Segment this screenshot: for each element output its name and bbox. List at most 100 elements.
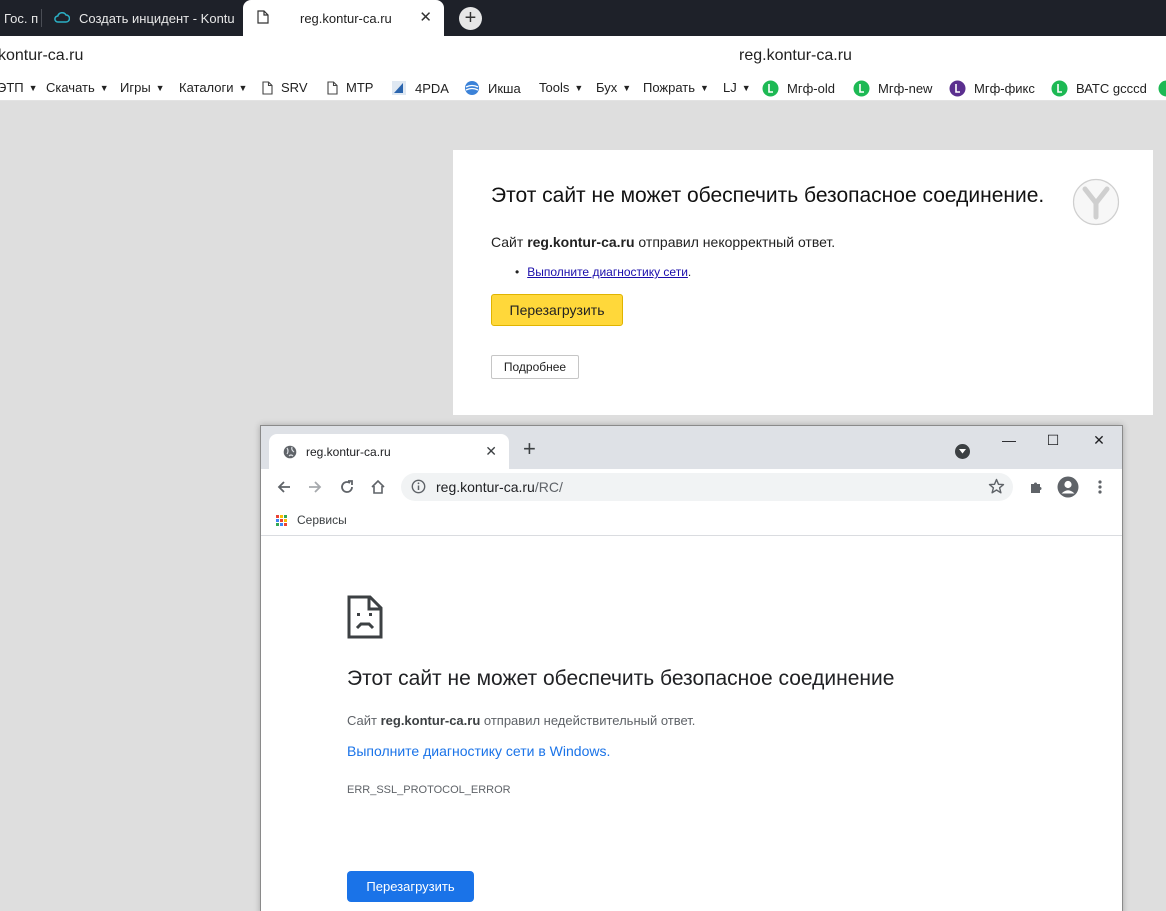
address-text-center: reg.kontur-ca.ru <box>739 47 852 64</box>
error-code: ERR_SSL_PROTOCOL_ERROR <box>347 784 511 796</box>
reload-button[interactable]: Перезагрузить <box>347 871 474 902</box>
bookmark-label: Бух <box>596 80 618 95</box>
tab-label: reg.kontur-ca.ru <box>300 10 392 26</box>
caret-down-icon: ▼ <box>622 82 632 93</box>
menu-kebab-icon[interactable] <box>1089 476 1111 498</box>
bookmark-label: Мгф-new <box>878 81 933 96</box>
minimize-button[interactable]: — <box>999 432 1019 448</box>
bookmark-mgf-fix[interactable]: Мгф-фикс <box>949 80 1035 97</box>
diagnostic-link[interactable]: Выполните диагностику сети в Windows. <box>347 743 610 759</box>
bookmark-label: ЭТП <box>0 80 24 95</box>
page-icon <box>262 80 273 95</box>
address-text-left: kontur-ca.ru <box>0 47 84 64</box>
close-window-button[interactable]: ✕ <box>1089 432 1109 449</box>
error-message: Сайт reg.kontur-ca.ru отправил некоррект… <box>491 234 835 250</box>
bookmark-label: Мгф-old <box>787 81 835 96</box>
caret-down-icon: ▼ <box>238 82 248 93</box>
profile-avatar-icon[interactable] <box>1057 476 1079 498</box>
details-button[interactable]: Подробнее <box>491 355 579 379</box>
bookmark-lj[interactable]: LJ ▼ <box>723 80 751 95</box>
url-path: /RC/ <box>534 479 563 495</box>
tab-separator <box>41 9 42 27</box>
bookmark-eat[interactable]: Пожрать ▼ <box>643 80 709 95</box>
bookmark-label: ВАТС gcccd <box>1076 81 1147 96</box>
globe-icon <box>283 445 297 459</box>
bookmark-iksha[interactable]: Икша <box>464 80 521 96</box>
reload-button[interactable]: Перезагрузить <box>491 294 623 326</box>
info-icon[interactable] <box>411 479 426 499</box>
chrome-window: reg.kontur-ca.ru ✕ + — ☐ ✕ reg.kontur-ca… <box>260 425 1123 911</box>
yandex-bookmarks-bar: ЭТП ▼ Скачать ▼ Игры ▼ Каталоги ▼ SRV MTP 4P… <box>0 76 1166 101</box>
omnibox-url: reg.kontur-ca.ru/RC/ <box>436 479 563 495</box>
bookmark-4pda[interactable]: 4PDA <box>391 80 449 96</box>
error-title: Этот сайт не может обеспечить безопасное… <box>347 667 895 690</box>
bullet-dot: • <box>515 265 520 279</box>
tab-gos[interactable]: Гос. п <box>0 0 42 36</box>
green-circle-icon <box>853 80 870 97</box>
yandex-tab-bar: Гос. п Создать инцидент - Kontu reg.kont… <box>0 0 1166 36</box>
bookmark-overflow[interactable] <box>1158 80 1166 97</box>
yandex-browser-logo-icon <box>1072 178 1120 231</box>
caret-down-icon: ▼ <box>28 82 38 93</box>
bookmark-label: LJ <box>723 80 737 95</box>
yandex-error-panel: Этот сайт не может обеспечить безопасное… <box>453 150 1153 415</box>
tab-label: Гос. п <box>4 10 39 26</box>
bookmark-tools[interactable]: Tools ▼ <box>539 80 583 95</box>
bookmark-label: MTP <box>346 80 374 95</box>
error-message: Сайт reg.kontur-ca.ru отправил недействи… <box>347 713 695 728</box>
bookmark-label: Пожрать <box>643 80 696 95</box>
green-circle-icon <box>1158 80 1166 97</box>
new-tab-button[interactable]: + <box>459 7 482 30</box>
cloud-icon <box>54 11 71 26</box>
caret-down-icon: ▼ <box>99 82 109 93</box>
back-icon[interactable] <box>273 476 295 498</box>
chrome-tab-strip: reg.kontur-ca.ru ✕ + — ☐ ✕ <box>261 426 1122 469</box>
chrome-tab-label: reg.kontur-ca.ru <box>306 444 391 459</box>
bookmark-download[interactable]: Скачать ▼ <box>46 80 109 95</box>
bookmark-label: Мгф-фикс <box>974 81 1035 96</box>
tab-reg-kontur[interactable]: reg.kontur-ca.ru ✕ <box>243 0 444 36</box>
bookmark-etp[interactable]: ЭТП ▼ <box>0 80 38 95</box>
diagnostic-list-item: • Выполните диагностику сети. <box>515 265 691 279</box>
tab-search-icon[interactable] <box>955 444 970 459</box>
reload-icon[interactable] <box>336 476 358 498</box>
msg-suffix: отправил недействительный ответ. <box>480 713 696 728</box>
diagnostic-link[interactable]: Выполните диагностику сети <box>527 265 688 279</box>
bookmark-services[interactable]: Сервисы <box>276 513 347 527</box>
url-host: reg.kontur-ca.ru <box>436 479 535 495</box>
msg-host: reg.kontur-ca.ru <box>527 234 635 250</box>
yandex-address-bar[interactable]: kontur-ca.ru reg.kontur-ca.ru <box>0 36 1166 76</box>
bookmark-mtp[interactable]: MTP <box>327 80 373 95</box>
caret-down-icon: ▼ <box>155 82 165 93</box>
forward-icon[interactable] <box>304 476 326 498</box>
bookmark-srv[interactable]: SRV <box>262 80 308 95</box>
chrome-error-page: Этот сайт не может обеспечить безопасное… <box>261 537 1122 911</box>
msg-prefix: Сайт <box>491 234 528 250</box>
bookmark-buh[interactable]: Бух ▼ <box>596 80 631 95</box>
bookmark-mgf-old[interactable]: Мгф-old <box>762 80 835 97</box>
bookmark-label: SRV <box>281 80 308 95</box>
home-icon[interactable] <box>367 476 389 498</box>
msg-prefix: Сайт <box>347 713 381 728</box>
close-icon[interactable]: ✕ <box>485 443 497 460</box>
purple-circle-icon <box>949 80 966 97</box>
tab-label: Создать инцидент - Kontu <box>79 10 235 26</box>
green-circle-icon <box>1051 80 1068 97</box>
4pda-icon <box>391 80 407 96</box>
omnibox[interactable]: reg.kontur-ca.ru/RC/ <box>401 473 1013 501</box>
extensions-icon[interactable] <box>1025 476 1047 498</box>
bookmark-vats[interactable]: ВАТС gcccd <box>1051 80 1147 97</box>
globe-icon <box>464 80 480 96</box>
tab-create-incident[interactable]: Создать инцидент - Kontu <box>44 0 242 36</box>
bookmark-games[interactable]: Игры ▼ <box>120 80 165 95</box>
maximize-button[interactable]: ☐ <box>1043 432 1063 449</box>
msg-suffix: отправил некорректный ответ. <box>634 234 836 250</box>
chrome-tab-reg-kontur[interactable]: reg.kontur-ca.ru ✕ <box>269 434 509 469</box>
bookmark-catalogs[interactable]: Каталоги ▼ <box>179 80 247 95</box>
bookmark-mgf-new[interactable]: Мгф-new <box>853 80 932 97</box>
close-icon[interactable]: ✕ <box>419 10 432 26</box>
new-tab-button[interactable]: + <box>523 438 536 460</box>
star-icon[interactable] <box>988 478 1005 500</box>
bookmark-label: Икша <box>488 80 521 96</box>
bookmark-label: Игры <box>120 80 151 95</box>
